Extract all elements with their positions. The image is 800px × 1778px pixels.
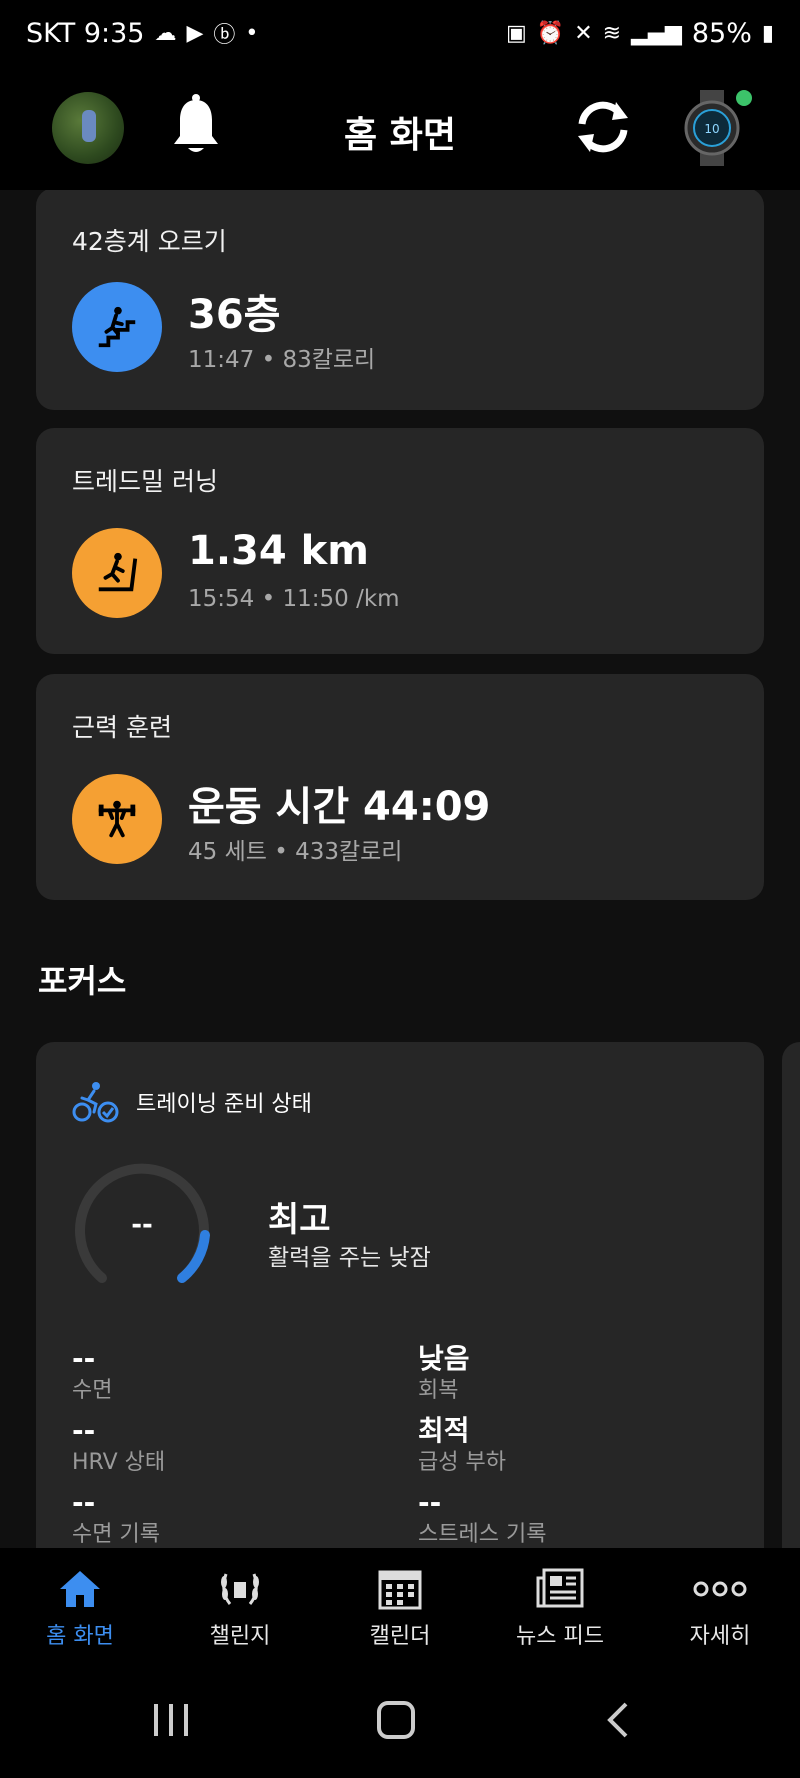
cyclist-check-icon [72, 1082, 119, 1123]
home-button-icon[interactable] [376, 1700, 416, 1740]
strength-icon [72, 774, 162, 864]
section-title-focus: 포커스 [38, 962, 127, 1000]
readiness-rating-sub: 활력을 주는 낮잠 [268, 1245, 431, 1271]
next-focus-card[interactable] [782, 1042, 800, 1548]
connected-indicator [736, 90, 752, 106]
activity-sub: 45 세트 • 433칼로리 [188, 839, 403, 865]
battery-percent: 85% [691, 17, 752, 49]
svg-text:10: 10 [704, 122, 719, 136]
nav-challenge[interactable]: 챌린지 [165, 1568, 315, 1650]
nav-home[interactable]: 홈 화면 [5, 1568, 155, 1650]
alarm-icon: ⏰ [536, 20, 565, 46]
sync-icon[interactable] [572, 96, 634, 158]
activity-main: 1.34 km [188, 528, 369, 574]
more-icon [693, 1581, 747, 1597]
newsfeed-icon [536, 1568, 584, 1608]
activity-card-stairs[interactable]: 42층계 오르기 36층 11:47 • 83칼로리 [36, 190, 764, 410]
metric-hrv: -- HRV 상태 [72, 1414, 166, 1475]
treadmill-icon [72, 528, 162, 618]
app-header: 홈 화면 10 [0, 66, 800, 190]
nav-newsfeed[interactable]: 뉴스 피드 [485, 1568, 635, 1650]
home-icon [60, 1571, 100, 1607]
youtube-icon: ▶ [186, 20, 204, 46]
lock-icon: ▣ [506, 20, 527, 46]
activity-sub: 15:54 • 11:50 /km [188, 586, 400, 612]
system-nav-bar [0, 1658, 800, 1778]
training-readiness-card[interactable]: 트레이닝 준비 상태 -- 최고 활력을 주는 낮잠 -- 수면 낮음 회복 -… [36, 1042, 764, 1548]
watch-device-icon[interactable]: 10 [682, 90, 752, 166]
page-title: 홈 화면 [344, 115, 456, 156]
card-header: 트레이닝 준비 상태 [72, 1080, 312, 1124]
laurel-icon [221, 1573, 259, 1605]
nav-more[interactable]: 자세히 [645, 1568, 795, 1650]
activity-main: 36층 [188, 292, 281, 338]
calendar-icon [378, 1570, 422, 1610]
metric-sleep-history: -- 수면 기록 [72, 1486, 160, 1547]
metric-sleep: -- 수면 [72, 1342, 113, 1403]
app-b-icon: ⓑ [213, 23, 236, 48]
activity-card-treadmill[interactable]: 트레드밀 러닝 1.34 km 15:54 • 11:50 /km [36, 428, 764, 654]
wifi-icon: ≋ [602, 20, 622, 46]
signal-icon: ▂▄▆ [631, 20, 682, 46]
back-icon[interactable] [604, 1700, 634, 1740]
recent-apps-icon[interactable] [150, 1702, 192, 1738]
activity-title: 트레드밀 러닝 [72, 467, 218, 496]
dot-icon: • [245, 20, 259, 46]
activity-title: 근력 훈련 [72, 713, 172, 742]
metric-stress-history: -- 스트레스 기록 [418, 1486, 547, 1547]
mute-icon: ✕ [574, 20, 593, 46]
activity-card-strength[interactable]: 근력 훈련 운동 시간 44:09 45 세트 • 433칼로리 [36, 674, 764, 900]
activity-sub: 11:47 • 83칼로리 [188, 347, 376, 373]
home-feed[interactable]: 42층계 오르기 36층 11:47 • 83칼로리 트레드밀 러닝 1.34 … [0, 190, 800, 1548]
card-title: 트레이닝 준비 상태 [136, 1092, 312, 1117]
activity-main: 운동 시간 44:09 [188, 784, 491, 830]
battery-icon: ▮ [761, 20, 774, 46]
metric-recovery: 낮음 회복 [418, 1342, 470, 1403]
metric-acute-load: 최적 급성 부하 [418, 1414, 506, 1475]
stairs-icon [72, 282, 162, 372]
activity-title: 42층계 오르기 [72, 227, 227, 256]
gauge-value: -- [131, 1210, 153, 1240]
bottom-nav: 홈 화면 챌린지 캘린더 뉴스 피드 자세히 [0, 1548, 800, 1658]
status-bar: SKT 9:35 ☁ ▶ ⓑ • ▣ ⏰ ✕ ≋ ▂▄▆ 85% ▮ [0, 0, 800, 66]
nav-calendar[interactable]: 캘린더 [325, 1568, 475, 1650]
readiness-rating: 최고 [268, 1200, 331, 1240]
cloud-icon: ☁ [154, 20, 177, 46]
carrier-time: SKT 9:35 [26, 17, 145, 49]
